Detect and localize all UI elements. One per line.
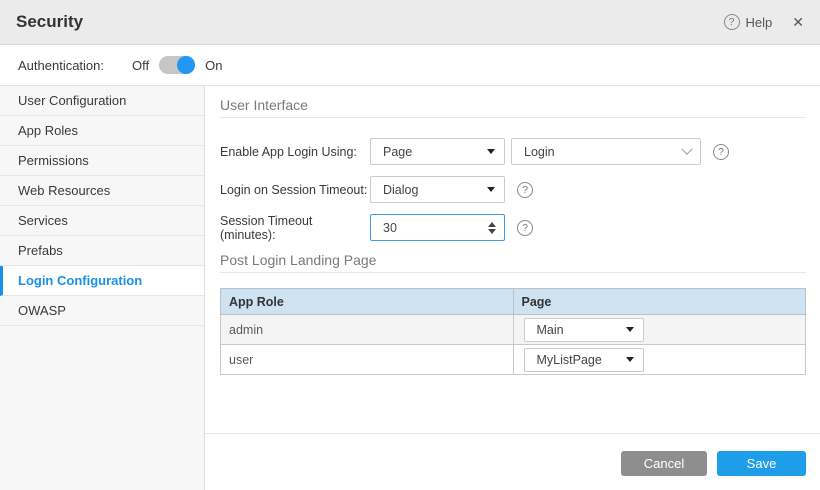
column-header-page: Page <box>513 289 806 315</box>
session-timeout-help-icon[interactable]: ? <box>517 220 533 236</box>
header-actions: ? Help ✕ <box>724 14 804 31</box>
caret-down-icon <box>487 187 495 192</box>
sidebar-item-web-resources[interactable]: Web Resources <box>0 176 204 206</box>
help-link[interactable]: Help <box>746 15 773 30</box>
table-row: admin Main <box>221 315 806 345</box>
caret-down-icon <box>626 357 634 362</box>
app-role-cell: admin <box>221 315 514 345</box>
login-on-timeout-label: Login on Session Timeout: <box>220 183 370 197</box>
enable-app-login-help-icon[interactable]: ? <box>713 144 729 160</box>
login-type-select[interactable]: Page <box>370 138 505 165</box>
login-on-timeout-help-icon[interactable]: ? <box>517 182 533 198</box>
sidebar: User Configuration App Roles Permissions… <box>0 86 205 490</box>
close-icon[interactable]: ✕ <box>792 14 804 31</box>
enable-app-login-row: Enable App Login Using: Page Login ? <box>220 138 806 165</box>
table-header-row: App Role Page <box>221 289 806 315</box>
panel-header: Security ? Help ✕ <box>0 0 820 45</box>
login-page-value: Login <box>524 145 555 159</box>
session-timeout-row: Session Timeout (minutes): 30 ? <box>220 214 806 241</box>
app-role-cell: user <box>221 345 514 375</box>
admin-page-select[interactable]: Main <box>524 318 644 342</box>
section-divider <box>220 117 806 118</box>
timeout-mode-select[interactable]: Dialog <box>370 176 505 203</box>
chevron-down-icon <box>681 143 692 154</box>
session-timeout-label: Session Timeout (minutes): <box>220 214 370 242</box>
section-title-user-interface: User Interface <box>220 97 806 113</box>
caret-down-icon <box>626 327 634 332</box>
footer-actions: Cancel Save <box>621 451 806 476</box>
enable-app-login-label: Enable App Login Using: <box>220 145 370 159</box>
toggle-off-label: Off <box>132 58 149 73</box>
number-stepper[interactable] <box>488 222 496 234</box>
authentication-row: Authentication: Off On <box>0 45 820 86</box>
caret-down-icon <box>487 149 495 154</box>
login-type-value: Page <box>383 145 412 159</box>
post-login-landing-table: App Role Page admin Main <box>220 288 806 375</box>
user-page-value: MyListPage <box>537 353 602 367</box>
section-title-post-login: Post Login Landing Page <box>220 252 806 268</box>
panel-body: User Configuration App Roles Permissions… <box>0 86 820 490</box>
toggle-thumb <box>177 56 195 74</box>
cancel-button[interactable]: Cancel <box>621 451 707 476</box>
authentication-label: Authentication: <box>18 58 104 73</box>
footer-divider <box>205 433 820 434</box>
page-title: Security <box>16 12 83 32</box>
sidebar-item-app-roles[interactable]: App Roles <box>0 116 204 146</box>
sidebar-item-owasp[interactable]: OWASP <box>0 296 204 326</box>
column-header-app-role: App Role <box>221 289 514 315</box>
help-icon[interactable]: ? <box>724 14 740 30</box>
toggle-on-label: On <box>205 58 222 73</box>
timeout-mode-value: Dialog <box>383 183 418 197</box>
login-on-timeout-row: Login on Session Timeout: Dialog ? <box>220 176 806 203</box>
sidebar-item-login-configuration[interactable]: Login Configuration <box>0 266 204 296</box>
sidebar-item-user-configuration[interactable]: User Configuration <box>0 86 204 116</box>
section-divider <box>220 272 806 273</box>
save-button[interactable]: Save <box>717 451 806 476</box>
sidebar-item-prefabs[interactable]: Prefabs <box>0 236 204 266</box>
user-page-select[interactable]: MyListPage <box>524 348 644 372</box>
authentication-toggle[interactable] <box>159 56 195 74</box>
table-row: user MyListPage <box>221 345 806 375</box>
login-page-select[interactable]: Login <box>511 138 701 165</box>
session-timeout-value: 30 <box>383 221 397 235</box>
main-content: User Interface Enable App Login Using: P… <box>205 86 820 490</box>
sidebar-item-services[interactable]: Services <box>0 206 204 236</box>
session-timeout-input[interactable]: 30 <box>370 214 505 241</box>
step-down-icon <box>488 229 496 234</box>
security-panel: Security ? Help ✕ Authentication: Off On… <box>0 0 820 490</box>
sidebar-item-permissions[interactable]: Permissions <box>0 146 204 176</box>
step-up-icon <box>488 222 496 227</box>
admin-page-value: Main <box>537 323 564 337</box>
